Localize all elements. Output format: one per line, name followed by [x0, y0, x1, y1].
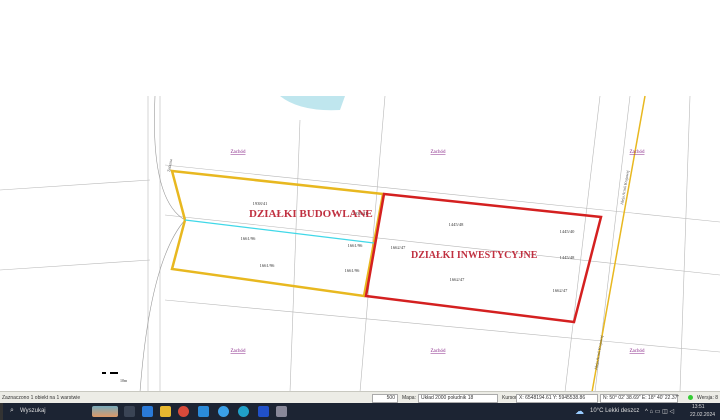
label-zachod: Zachód	[630, 349, 645, 354]
calendar-app-icon[interactable]	[142, 406, 153, 417]
title-dzialki-budowlane: DZIAŁKI BUDOWLANE	[249, 208, 373, 220]
status-ok-icon	[688, 395, 693, 400]
parcel-number: 1662/47	[553, 288, 569, 293]
scale-select[interactable]: 500	[372, 394, 398, 403]
parcel-number: 1661/96	[260, 263, 276, 268]
parcel-number: 1661/96	[241, 236, 257, 241]
parcel-number: 1445/48	[560, 255, 576, 260]
clock-time[interactable]: 13:51	[692, 404, 705, 410]
gis-app-icon[interactable]	[276, 406, 287, 417]
taskbar: ⌕ Wyszukaj ☁ 10°C Lekki deszcz ^ ⌂ ▭ ◫ ◁…	[0, 403, 720, 420]
version-label: Wersja: 8	[697, 395, 719, 401]
clock-date[interactable]: 22.02.2024	[690, 412, 715, 418]
tray-icons[interactable]: ^ ⌂ ▭ ◫ ◁	[645, 408, 674, 415]
crs-select[interactable]: Układ 2000 południk 18	[418, 394, 498, 403]
parcel-number: 1661/96	[345, 268, 361, 273]
label-zachod: Zachód	[431, 150, 446, 155]
map-label: Mapa:	[402, 395, 416, 401]
parcel-number: 1662/47	[391, 245, 407, 250]
ie-icon[interactable]	[218, 406, 229, 417]
parcel-number: 1662/47	[450, 277, 466, 282]
parcel-number: 1661/96	[348, 243, 364, 248]
parcel-number: 1445/48	[449, 222, 465, 227]
weather-icon: ☁	[575, 406, 584, 416]
chrome-icon[interactable]	[178, 406, 189, 417]
title-dzialki-inwestycyjne: DZIAŁKI INWESTYCYJNE	[411, 250, 538, 261]
search-icon: ⌕	[10, 407, 14, 414]
label-zachod: Zachód	[630, 150, 645, 155]
label-zachod: Zachód	[231, 349, 246, 354]
widgets-icon[interactable]	[92, 406, 118, 417]
app-icon[interactable]	[258, 406, 269, 417]
parcel-number: 1938/41	[253, 201, 268, 206]
weather-text[interactable]: 10°C Lekki deszcz	[590, 408, 639, 414]
geo-coordinates: N: 50° 02' 38.69" E: 18° 40' 22.37"	[600, 394, 679, 403]
selection-status: Zaznaczono 1 obiekt na 1 warstwie	[2, 395, 81, 401]
search-box[interactable]: Wyszukaj	[20, 408, 46, 414]
parcel-number: 1445/40	[560, 229, 576, 234]
label-zachod: Zachód	[231, 150, 246, 155]
start-button[interactable]	[0, 403, 3, 420]
map-canvas[interactable]: Zachód Zachód Zachód Zachód Zachód Zachó…	[0, 0, 720, 392]
file-explorer-icon[interactable]	[160, 406, 171, 417]
label-zachod: Zachód	[431, 349, 446, 354]
task-view-icon[interactable]	[124, 406, 135, 417]
edge-icon[interactable]	[238, 406, 249, 417]
svg-text:10m: 10m	[120, 378, 128, 383]
outlook-icon[interactable]	[198, 406, 209, 417]
cursor-coordinates: X: 6548194.61 Y: 5945538.86	[516, 394, 598, 403]
